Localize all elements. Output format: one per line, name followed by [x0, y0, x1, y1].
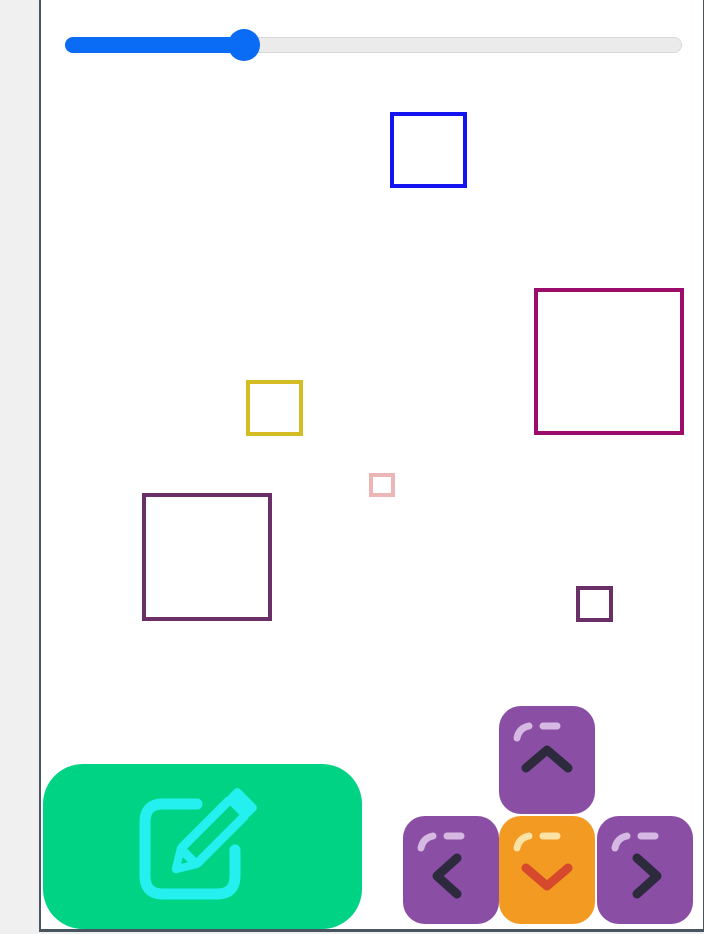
pencil-square-icon — [139, 788, 257, 900]
right-key[interactable] — [597, 816, 693, 924]
magenta-square — [534, 288, 684, 435]
chevron-up-icon — [513, 722, 573, 773]
up-key[interactable] — [499, 706, 595, 814]
chevron-left-icon — [417, 832, 465, 899]
small-plum-square — [576, 586, 613, 622]
plum-square — [142, 493, 272, 621]
slider[interactable] — [65, 29, 682, 61]
yellow-square — [246, 380, 303, 436]
game-canvas[interactable] — [39, 0, 704, 932]
slider-thumb[interactable] — [228, 29, 261, 61]
chevron-right-icon — [611, 832, 662, 899]
down-key[interactable] — [499, 816, 595, 924]
chevron-down-icon — [513, 832, 573, 891]
blue-square — [390, 112, 467, 188]
left-key[interactable] — [403, 816, 499, 924]
pink-square — [369, 473, 395, 497]
slider-fill — [65, 37, 244, 53]
edit-button[interactable] — [43, 764, 362, 929]
